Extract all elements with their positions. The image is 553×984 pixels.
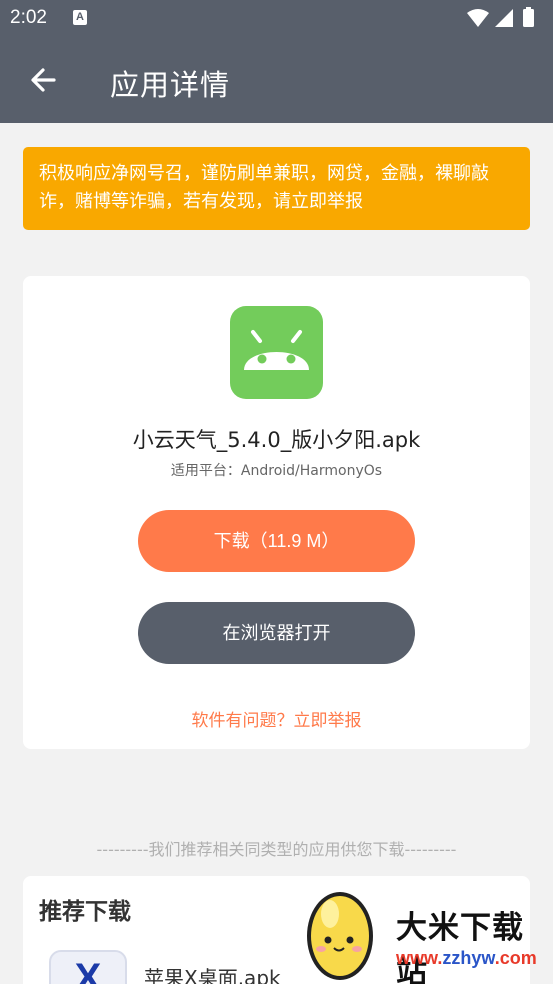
status-time: 2:02	[10, 7, 47, 28]
recommend-app-name[interactable]: 苹果X桌面.apk	[144, 962, 281, 984]
system-icons	[467, 7, 534, 27]
app-detail-card: 小云天气_5.4.0_版小夕阳.apk 适用平台：Android/Harmony…	[23, 276, 530, 749]
back-arrow-icon[interactable]	[26, 62, 62, 98]
fraud-notice-banner: 积极响应净网号召，谨防刷单兼职，网贷，金融，裸聊敲诈，赌博等诈骗，若有发现，请立…	[23, 147, 530, 230]
recommend-title: 推荐下载	[39, 899, 131, 925]
download-button[interactable]: 下载（11.9 M）	[138, 510, 415, 572]
app-file-name: 小云天气_5.4.0_版小夕阳.apk	[132, 428, 421, 452]
app-bar: 应用详情	[0, 38, 553, 123]
android-icon	[244, 330, 309, 370]
android-app-icon	[230, 306, 323, 399]
app-letter-icon: X	[74, 956, 102, 984]
page-title: 应用详情	[110, 68, 231, 102]
notification-a-icon: A	[73, 10, 87, 25]
signal-icon	[495, 9, 513, 27]
status-bar: 2:02 A	[0, 0, 553, 38]
open-in-browser-button[interactable]: 在浏览器打开	[138, 602, 415, 664]
site-watermark: 大米下载站 www.zzhyw.com	[300, 884, 553, 984]
recommend-app-icon[interactable]: X	[49, 950, 127, 984]
wifi-icon	[467, 9, 489, 27]
watermark-url: www.zzhyw.com	[396, 948, 537, 968]
watermark-brand: 大米下载站	[396, 910, 524, 984]
report-link[interactable]: 软件有问题？立即举报	[23, 706, 530, 731]
battery-icon	[523, 9, 534, 27]
rice-mascot-icon	[307, 892, 373, 980]
recommend-note: ---------我们推荐相关同类型的应用供您下载---------	[96, 840, 457, 859]
platform-info: 适用平台：Android/HarmonyOs	[170, 463, 383, 479]
